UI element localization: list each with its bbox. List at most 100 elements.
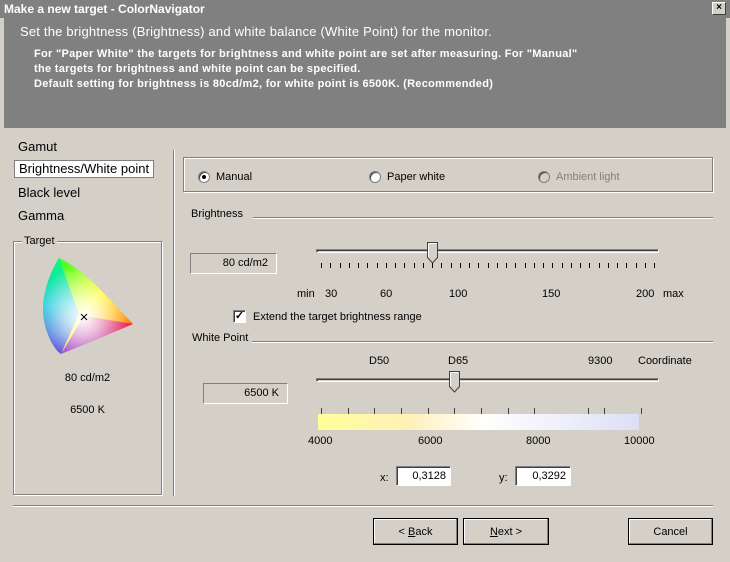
brightness-tick [459,263,461,268]
nav-item-gamut[interactable]: Gamut [18,139,57,154]
header-line-1: For "Paper White" the targets for bright… [34,48,578,60]
radio-paper-white-dot[interactable] [369,171,381,183]
brightness-tick [543,263,544,268]
brightness-tick [330,263,332,268]
radio-paper-white-label: Paper white [387,171,446,183]
target-white-point-value: 6500 K [70,404,105,416]
brightness-tick [654,263,655,268]
brightness-slider-track[interactable] [316,249,659,253]
header-line-3: Default setting for brightness is 80cd/m… [34,78,494,90]
window-titlebar: Make a new target - ColorNavigator × [0,0,730,18]
bottom-separator [13,505,713,507]
mode-radio-group [183,157,713,192]
brightness-tick [358,263,359,268]
brightness-value-display: 80 cd/m2 [190,253,277,274]
wp-mark-10000: 10000 [624,435,655,447]
brightness-tick [413,263,415,268]
brightness-max-label: max [663,288,684,300]
brightness-tick [598,263,600,268]
back-button[interactable]: < Back [373,518,458,545]
brightness-tick [339,263,341,268]
brightness-tick [385,263,387,268]
instruction-header: Set the brightness (Brightness) and whit… [4,18,726,128]
brightness-mark-100: 100 [449,288,468,300]
brightness-tick [469,263,470,268]
brightness-tick [422,263,424,268]
white-point-section-label: White Point [192,332,249,344]
back-button-accel: B [408,525,416,538]
nav-item-gamma[interactable]: Gamma [18,208,64,223]
x-coord-label: x: [380,472,389,484]
x-coord-input[interactable]: 0,3128 [396,466,451,486]
extend-range-label[interactable]: Extend the target brightness range [253,311,422,323]
target-brightness-value: 80 cd/m2 [64,372,111,384]
brightness-tick [515,263,517,268]
nav-item-brightness-white-point[interactable]: Brightness/White point [14,160,155,178]
window-title: Make a new target - ColorNavigator [4,2,205,16]
radio-ambient-light-label: Ambient light [556,171,620,183]
brightness-tick [321,263,322,268]
target-group: 80 cd/m2 6500 K [13,241,162,495]
brightness-tick [441,263,443,268]
brightness-tick [367,263,369,268]
radio-manual[interactable]: Manual [198,171,252,183]
brightness-tick [496,263,498,268]
brightness-min-label: min [297,288,315,300]
brightness-tick [478,263,480,268]
brightness-tick [580,263,581,268]
extend-range-checkbox[interactable]: ✓ [233,310,246,323]
brightness-slider-thumb[interactable] [426,242,438,264]
close-icon[interactable]: × [712,2,726,15]
brightness-section-label: Brightness [191,208,243,220]
next-button-accel: N [489,525,498,538]
brightness-tick [487,263,489,268]
brightness-tick [450,263,452,268]
brightness-tick [506,263,507,268]
white-point-slider-track[interactable] [316,378,659,382]
brightness-mark-200: 200 [636,288,655,300]
wp-mark-8000: 8000 [526,435,551,447]
brightness-mark-150: 150 [542,288,561,300]
brightness-tick [552,263,554,268]
brightness-ticks [321,263,655,269]
brightness-tick [395,263,396,268]
preset-d50-label[interactable]: D50 [369,355,389,367]
radio-ambient-light-dot [538,171,550,183]
brightness-tick [607,263,609,268]
white-point-tick [641,408,642,414]
next-button-rest: ext [497,525,513,538]
brightness-tick [617,263,618,268]
preset-d65-label[interactable]: D65 [448,355,468,367]
brightness-tick [644,263,646,268]
radio-ambient-light: Ambient light [538,171,620,183]
nav-item-black-level[interactable]: Black level [18,185,80,200]
gamut-diagram [43,258,133,354]
brightness-tick [561,263,563,268]
cancel-button[interactable]: Cancel [628,518,713,545]
brightness-rule [253,217,713,219]
header-line-2: the targets for brightness and white poi… [34,63,361,75]
back-button-rest: ack [415,525,433,538]
brightness-tick [635,263,637,268]
brightness-mark-30: 30 [325,288,338,300]
vertical-separator [173,150,175,496]
preset-9300-label[interactable]: 9300 [588,355,612,367]
y-coord-input[interactable]: 0,3292 [515,466,571,486]
next-button[interactable]: Next > [463,518,549,545]
brightness-tick [626,263,628,268]
brightness-tick [348,263,350,268]
radio-manual-dot[interactable] [198,171,210,183]
header-title: Set the brightness (Brightness) and whit… [20,24,492,39]
target-group-label: Target [22,235,57,247]
coordinate-label: Coordinate [638,355,692,367]
radio-manual-label: Manual [216,171,253,183]
next-button-suffix: > [512,525,523,538]
brightness-tick [432,263,433,268]
back-button-prefix: < [398,525,408,538]
white-point-slider-thumb[interactable] [448,371,460,393]
y-coord-label: y: [499,472,508,484]
brightness-mark-60: 60 [380,288,393,300]
white-point-value-display: 6500 K [203,383,288,404]
brightness-tick [570,263,572,268]
radio-paper-white[interactable]: Paper white [369,171,445,183]
